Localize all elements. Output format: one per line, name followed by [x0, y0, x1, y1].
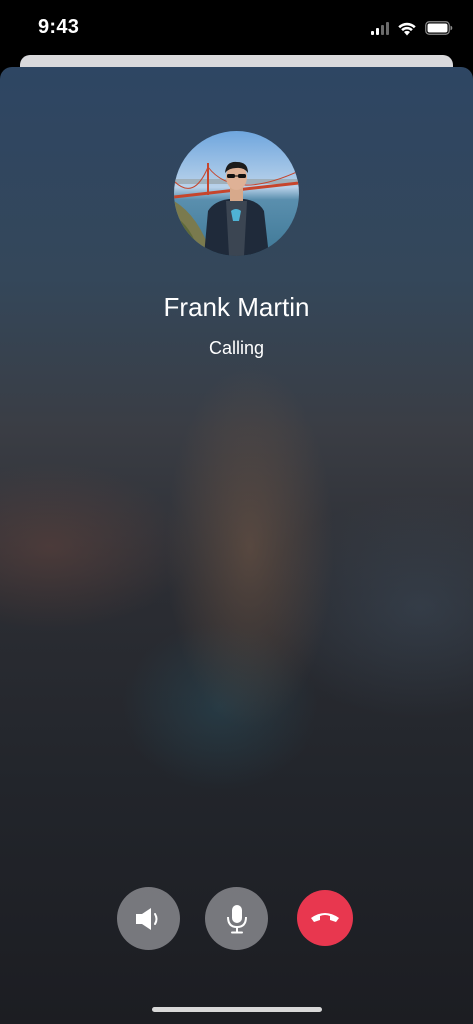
hang-up-icon	[311, 913, 339, 922]
status-time: 9:43	[38, 16, 80, 38]
call-controls	[0, 887, 473, 951]
wifi-icon	[398, 22, 416, 35]
microphone-icon	[226, 904, 247, 933]
status-icons	[371, 19, 453, 37]
mute-button[interactable]	[205, 887, 268, 950]
speaker-icon	[135, 907, 157, 930]
home-indicator[interactable]	[152, 1007, 322, 1012]
caller-name: Frank Martin	[163, 292, 310, 322]
end-call-button[interactable]	[297, 890, 353, 946]
cellular-signal-icon	[371, 21, 389, 35]
call-card: Frank Martin Calling	[0, 67, 473, 1024]
call-screen: 9:43 Frank Martin Calling	[0, 0, 473, 1024]
battery-icon	[425, 21, 453, 35]
caller-avatar	[174, 131, 299, 256]
status-bar: 9:43	[0, 0, 473, 56]
call-status: Calling	[208, 338, 265, 358]
speaker-button[interactable]	[117, 887, 180, 950]
